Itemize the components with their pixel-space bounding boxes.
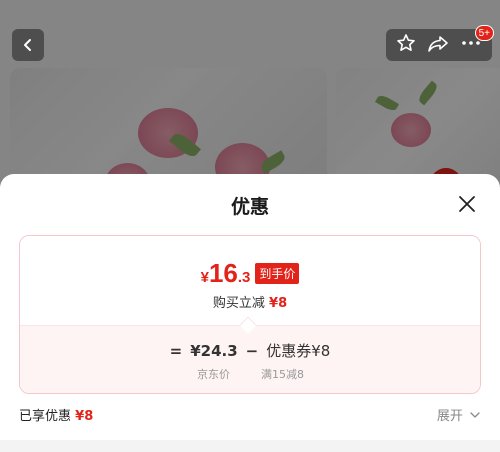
close-icon [459,196,475,212]
chevron-left-icon [24,39,31,51]
equals-sign: = [169,341,183,360]
base-price: ¥24.3 [190,341,238,360]
final-price: ¥ 16 .3 到手价 [20,258,480,289]
minus-sign: − [245,341,259,360]
close-button[interactable] [456,193,478,215]
share-icon[interactable] [427,33,449,57]
discount-text: 购买立减 [212,296,265,311]
expand-button[interactable]: 展开 [437,405,481,424]
top-actions: 5+ [386,25,494,61]
discount-line: 购买立减 ¥8 [20,292,480,311]
coupon-amount: 优惠券¥8 [266,342,331,360]
price-decimal: .3 [237,269,251,286]
coupon-label: 满15减8 [261,368,304,381]
message-count-badge: 5+ [474,25,494,41]
price-summary: ¥ 16 .3 到手价 购买立减 ¥8 [20,236,480,325]
discount-value: ¥8 [269,296,288,311]
sheet-title: 优惠 [230,196,269,218]
enjoyed-label: 已享优惠 [19,409,72,424]
enjoyed-value: ¥8 [75,409,94,424]
price-breakdown: = ¥24.3 − 优惠券¥8 京东价 满15减8 [20,325,480,393]
chevron-down-icon [470,412,480,418]
price-card: ¥ 16 .3 到手价 购买立减 ¥8 = ¥24.3 − 优惠券¥8 京东价 … [19,235,481,394]
enjoyed-discount-row: 已享优惠 ¥8 展开 [19,405,481,425]
sheet-bottom-bar [0,440,500,452]
final-price-tag: 到手价 [255,263,300,284]
back-button[interactable] [12,29,44,61]
base-price-label: 京东价 [197,368,230,381]
discount-sheet: 优惠 ¥ 16 .3 到手价 购买立减 ¥8 = ¥24.3 − 优惠券¥8 京… [0,174,500,452]
calc-row: = ¥24.3 − 优惠券¥8 [20,340,480,361]
price-integer: 16 [208,258,238,288]
currency-symbol: ¥ [200,269,209,286]
expand-label: 展开 [436,409,463,424]
star-icon[interactable] [396,33,416,57]
